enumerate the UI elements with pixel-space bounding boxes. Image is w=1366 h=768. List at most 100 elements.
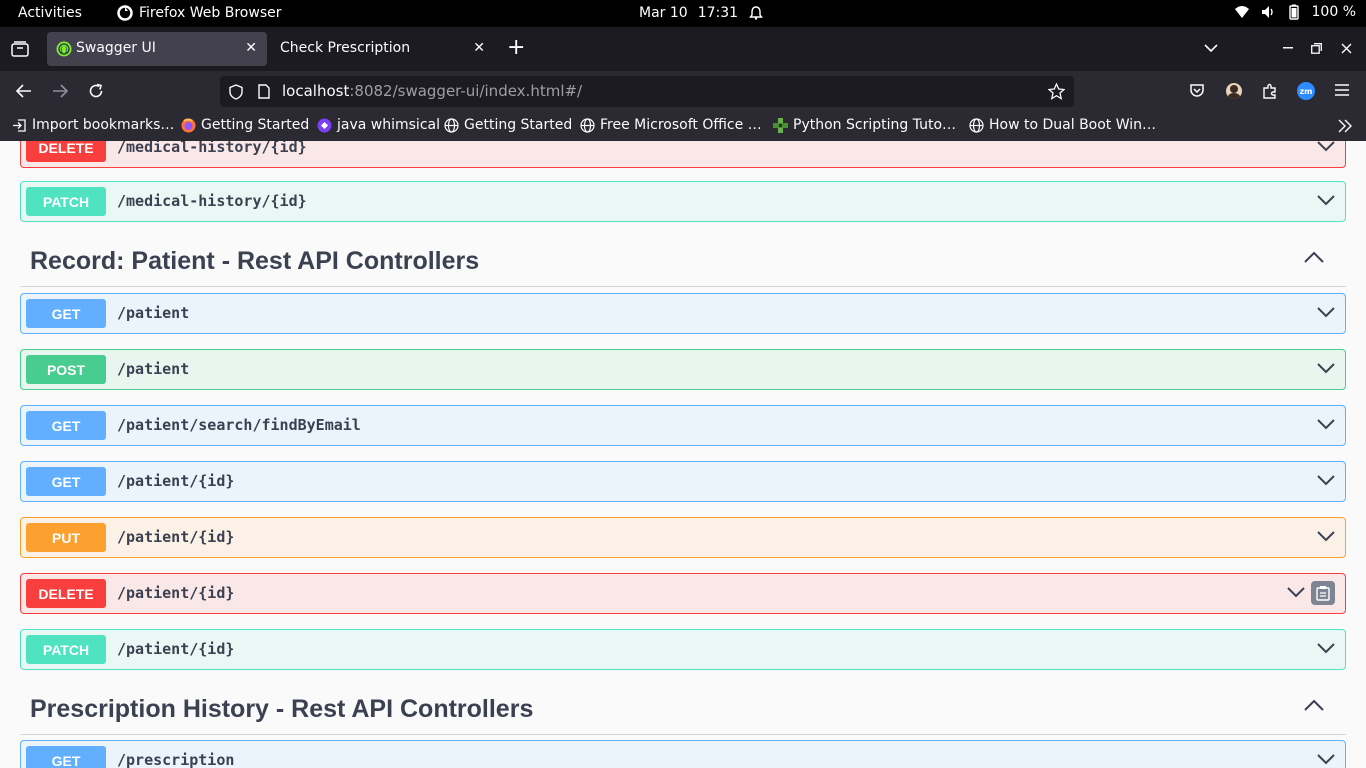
tab-check-prescription[interactable]: Check Prescription ✕ — [270, 32, 495, 66]
operation-path: /medical-history/{id} — [117, 141, 307, 156]
operation-patch-medical-history-id[interactable]: PATCH /medical-history/{id} — [20, 181, 1346, 222]
chevron-down-icon[interactable] — [1317, 753, 1335, 765]
zoom-extension-icon[interactable]: zm — [1297, 82, 1315, 100]
chevron-down-icon[interactable] — [1317, 362, 1335, 374]
operation-path: /medical-history/{id} — [117, 192, 307, 210]
bookmark-label: java whimsical — [337, 117, 440, 133]
tab-close-icon[interactable]: ✕ — [473, 40, 485, 56]
bookmark-label: How to Dual Boot Win… — [989, 117, 1157, 133]
bookmarks-toolbar: Import bookmarks… Getting Started java w… — [0, 111, 1366, 141]
chevron-down-icon[interactable] — [1317, 530, 1335, 542]
method-badge: DELETE — [26, 141, 106, 162]
operation-path: /patient/{id} — [117, 584, 235, 602]
forward-icon[interactable] — [52, 84, 68, 98]
clock[interactable]: Mar 10 17:31 — [639, 5, 764, 21]
account-avatar-icon[interactable] — [1226, 83, 1242, 99]
bookmark-import[interactable]: Import bookmarks… — [12, 117, 174, 133]
tracking-protection-shield-icon[interactable] — [229, 84, 243, 100]
bookmark-label: Python Scripting Tuto… — [793, 117, 957, 133]
operation-get-patient[interactable]: GET /patient — [20, 293, 1346, 334]
clock-time: 17:31 — [697, 5, 739, 21]
bookmark-label: Getting Started — [201, 117, 310, 133]
chevron-down-icon[interactable] — [1317, 642, 1335, 654]
chevron-up-icon[interactable] — [1304, 699, 1324, 711]
chevron-down-icon[interactable] — [1317, 194, 1335, 206]
wifi-icon — [1234, 6, 1249, 18]
bookmark-python-scripting[interactable]: Python Scripting Tuto… — [773, 117, 956, 133]
tab-label: Swagger UI — [76, 40, 156, 56]
bookmark-getting-started[interactable]: Getting Started — [444, 117, 572, 133]
bookmark-label: Getting Started — [464, 117, 573, 133]
pocket-icon[interactable] — [1189, 83, 1205, 99]
method-badge: GET — [26, 411, 106, 440]
method-badge: PUT — [26, 523, 106, 552]
method-badge: PATCH — [26, 187, 106, 216]
bookmark-java-whimsical[interactable]: java whimsical — [317, 117, 440, 133]
chevron-up-icon[interactable] — [1304, 251, 1324, 263]
operation-post-patient[interactable]: POST /patient — [20, 349, 1346, 390]
copy-to-clipboard-icon[interactable] — [1311, 581, 1335, 605]
firefox-view-icon[interactable] — [11, 41, 29, 57]
operation-put-patient-id[interactable]: PUT /patient/{id} — [20, 517, 1346, 558]
app-name: Firefox Web Browser — [139, 5, 282, 21]
globe-icon — [444, 117, 459, 133]
list-all-tabs-icon[interactable] — [1204, 43, 1218, 53]
clock-date: Mar 10 — [639, 5, 688, 21]
operation-patch-patient-id[interactable]: PATCH /patient/{id} — [20, 629, 1346, 670]
bookmark-getting-started-firefox[interactable]: Getting Started — [181, 117, 309, 133]
chevron-down-icon[interactable] — [1317, 474, 1335, 486]
chevron-down-icon[interactable] — [1287, 586, 1305, 598]
operation-delete-medical-history-id[interactable]: DELETE /medical-history/{id} — [20, 141, 1346, 168]
restore-icon[interactable] — [1311, 43, 1322, 54]
new-tab-icon[interactable]: + — [507, 35, 525, 60]
activities-button[interactable]: Activities — [18, 5, 82, 21]
url-text: localhost:8082/swagger-ui/index.html#/ — [282, 82, 582, 100]
section-prescription-history[interactable]: Prescription History - Rest API Controll… — [20, 687, 1346, 735]
system-tray[interactable]: 100 % — [1234, 4, 1356, 20]
operation-delete-patient-id[interactable]: DELETE /patient/{id} — [20, 573, 1346, 614]
back-icon[interactable] — [16, 84, 32, 98]
operation-path: /patient/{id} — [117, 640, 235, 658]
chevron-down-icon[interactable] — [1317, 306, 1335, 318]
operation-get-patient-id[interactable]: GET /patient/{id} — [20, 461, 1346, 502]
section-record-patient[interactable]: Record: Patient - Rest API Controllers — [20, 239, 1346, 287]
method-badge: DELETE — [26, 579, 106, 608]
hamburger-menu-icon[interactable] — [1335, 84, 1349, 96]
bookmark-star-icon[interactable] — [1048, 83, 1065, 100]
app-menu[interactable]: Firefox Web Browser — [117, 5, 282, 21]
swagger-favicon-icon: {} — [56, 41, 72, 57]
system-top-bar: Activities Firefox Web Browser Mar 10 17… — [0, 0, 1366, 27]
close-window-icon[interactable] — [1341, 43, 1352, 54]
operation-path: /patient/{id} — [117, 472, 235, 490]
browser-tab-strip: {} Swagger UI ✕ Check Prescription ✕ + — [0, 27, 1366, 71]
volume-icon — [1261, 6, 1273, 18]
whimsical-icon — [317, 118, 332, 132]
battery-percentage: 100 % — [1311, 4, 1356, 20]
operation-get-prescription[interactable]: GET /prescription — [20, 740, 1346, 768]
url-bar[interactable]: localhost:8082/swagger-ui/index.html#/ — [220, 76, 1074, 107]
bookmark-free-microsoft-office[interactable]: Free Microsoft Office … — [580, 117, 762, 133]
firefox-icon — [181, 118, 196, 132]
operation-get-patient-find-by-email[interactable]: GET /patient/search/findByEmail — [20, 405, 1346, 446]
python-icon — [773, 117, 788, 133]
chevron-down-icon[interactable] — [1317, 141, 1335, 152]
extensions-puzzle-icon[interactable] — [1262, 83, 1278, 99]
method-badge: POST — [26, 355, 106, 384]
alarm-bell-icon — [749, 6, 763, 20]
globe-icon — [969, 117, 984, 133]
page-info-icon[interactable] — [258, 84, 270, 99]
more-bookmarks-chevron-icon[interactable] — [1338, 119, 1352, 133]
section-title: Record: Patient - Rest API Controllers — [30, 247, 480, 275]
svg-text:{}: {} — [60, 46, 69, 54]
chevron-down-icon[interactable] — [1317, 418, 1335, 430]
reload-icon[interactable] — [88, 83, 104, 99]
tab-swagger-ui[interactable]: {} Swagger UI ✕ — [47, 32, 267, 66]
minimize-icon[interactable] — [1283, 47, 1293, 49]
globe-icon — [580, 117, 595, 133]
method-badge: GET — [26, 299, 106, 328]
url-host: localhost — [282, 82, 350, 100]
browser-nav-bar: localhost:8082/swagger-ui/index.html#/ z… — [0, 71, 1366, 111]
tab-close-icon[interactable]: ✕ — [245, 40, 257, 56]
bookmark-dual-boot[interactable]: How to Dual Boot Win… — [969, 117, 1156, 133]
section-title: Prescription History - Rest API Controll… — [30, 695, 534, 723]
